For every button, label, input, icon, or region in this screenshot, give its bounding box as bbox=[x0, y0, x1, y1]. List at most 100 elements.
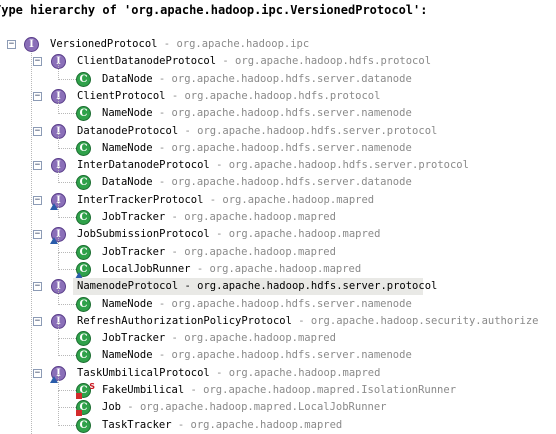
separator: - bbox=[157, 38, 177, 50]
class-icon: C bbox=[76, 244, 91, 260]
separator: - bbox=[152, 176, 172, 189]
tree-node-label: DataNode - org.apache.hadoop.hdfs.server… bbox=[102, 174, 412, 191]
type-name: RefreshAuthorizationPolicyProtocol bbox=[77, 314, 292, 327]
tree-node-class[interactable]: C JobTracker - org.apache.hadoop.mapred bbox=[0, 201, 556, 226]
class-icon: C bbox=[76, 210, 91, 225]
package-name: org.apache.hadoop.hdfs.server.namenode bbox=[171, 297, 412, 310]
class-private-static-icon: CS bbox=[76, 382, 95, 399]
tree-node-label: Job - org.apache.hadoop.mapred.LocalJobR… bbox=[102, 399, 386, 416]
separator: - bbox=[178, 280, 198, 293]
type-name: TaskTracker bbox=[102, 418, 172, 431]
type-name: NameNode bbox=[102, 349, 153, 362]
tree-node-interface[interactable]: IClientProtocol - org.apache.hadoop.hdfs… bbox=[0, 88, 556, 105]
tree-guide-line bbox=[58, 62, 59, 80]
separator: - bbox=[209, 366, 229, 379]
collapse-toggle-icon[interactable] bbox=[33, 282, 42, 292]
tree-node-class[interactable]: C DataNode - org.apache.hadoop.hdfs.serve… bbox=[0, 166, 556, 191]
tree-node-class[interactable]: C NameNode - org.apache.hadoop.hdfs.serve… bbox=[0, 287, 556, 313]
tree-connector-line bbox=[58, 390, 76, 391]
tree-node-class[interactable]: C NameNode - org.apache.hadoop.hdfs.serve… bbox=[0, 97, 556, 122]
type-name: Job bbox=[102, 401, 121, 414]
tree-node-label: JobTracker - org.apache.hadoop.mapred bbox=[102, 209, 336, 226]
tree-connector-line bbox=[58, 182, 76, 184]
collapse-toggle-icon[interactable] bbox=[33, 368, 42, 378]
separator: - bbox=[216, 55, 236, 68]
package-name: org.apache.hadoop.hdfs.server.protocol bbox=[197, 280, 438, 293]
separator: - bbox=[120, 401, 140, 414]
class-icon: C bbox=[76, 296, 91, 312]
package-name: org.apache.hadoop.mapred.IsolationRunner bbox=[203, 384, 457, 396]
tree-node-class[interactable]: C LocalJobRunner - org.apache.hadoop.mapr… bbox=[0, 252, 556, 279]
tree-connector-line bbox=[58, 355, 76, 357]
tree-node-label: InterDatanodeProtocol - org.apache.hadoo… bbox=[77, 157, 469, 174]
tree-node-interface[interactable]: IJobSubmissionProtocol - org.apache.hado… bbox=[0, 226, 556, 245]
collapse-toggle-icon[interactable] bbox=[33, 316, 42, 326]
tree-node-interface[interactable]: IInterDatanodeProtocol - org.apache.hado… bbox=[0, 157, 556, 174]
tree-node-interface[interactable]: IRefreshAuthorizationPolicyProtocol - or… bbox=[0, 313, 556, 330]
tree-node-label: NameNode - org.apache.hadoop.hdfs.server… bbox=[102, 296, 412, 313]
collapse-toggle-icon[interactable] bbox=[33, 126, 42, 136]
type-name: DataNode bbox=[102, 176, 153, 189]
collapse-toggle-icon[interactable] bbox=[33, 91, 42, 101]
tree-node-interface[interactable]: IClientDatanodeProtocol - org.apache.had… bbox=[0, 53, 556, 70]
package-name: org.apache.hadoop.mapred bbox=[190, 418, 343, 431]
class-private-icon: C bbox=[76, 400, 91, 417]
tree-node-root[interactable]: I VersionedProtocol - org.apache.hadoop.i… bbox=[0, 36, 556, 53]
separator: - bbox=[165, 211, 185, 223]
package-name: org.apache.hadoop.ipc bbox=[176, 38, 310, 50]
tree-node-interface[interactable]: IDatanodeProtocol - org.apache.hadoop.hd… bbox=[0, 123, 556, 140]
type-name: TaskUmbilicalProtocol bbox=[77, 366, 210, 379]
type-name: ClientDatanodeProtocol bbox=[77, 55, 217, 68]
type-name: FakeUmbilical bbox=[102, 384, 185, 396]
type-name: LocalJobRunner bbox=[102, 262, 191, 275]
tree-node-interface[interactable]: IInterTrackerProtocol - org.apache.hadoo… bbox=[0, 192, 556, 210]
class-icon: C bbox=[76, 348, 91, 364]
tree-connector-line bbox=[58, 147, 76, 149]
tree-node-interface[interactable]: INamenodeProtocol - org.apache.hadoop.hd… bbox=[0, 278, 556, 296]
package-name: org.apache.hadoop.mapred bbox=[184, 211, 336, 223]
tree-guide-line bbox=[58, 201, 59, 218]
type-name: JobSubmissionProtocol bbox=[77, 228, 210, 241]
tree-node-interface[interactable]: ITaskUmbilicalProtocol - org.apache.hado… bbox=[0, 365, 556, 383]
type-name: NameNode bbox=[102, 297, 153, 310]
collapse-toggle-icon[interactable] bbox=[33, 195, 42, 205]
tree-node-class[interactable]: C NameNode - org.apache.hadoop.hdfs.serve… bbox=[0, 339, 556, 364]
collapse-toggle-icon[interactable] bbox=[33, 161, 42, 171]
tree-node-class[interactable]: C NameNode - org.apache.hadoop.hdfs.serve… bbox=[0, 131, 556, 157]
class-icon: C bbox=[76, 71, 91, 87]
tree-node-class[interactable]: C TaskTracker - org.apache.hadoop.mapred bbox=[0, 408, 556, 434]
collapse-toggle-icon[interactable] bbox=[33, 57, 42, 67]
package-name: org.apache.hadoop.hdfs.protocol bbox=[235, 55, 432, 68]
tree-node-class[interactable]: C S FakeUmbilical - org.apache.hadoop.mapr… bbox=[0, 374, 556, 399]
type-name: NamenodeProtocol bbox=[77, 280, 179, 293]
tree-node-class[interactable]: C Job - org.apache.hadoop.mapred.LocalJob… bbox=[0, 391, 556, 417]
package-name: org.apache.hadoop.mapred bbox=[184, 332, 336, 345]
tree-node-label: JobTracker - org.apache.hadoop.mapred bbox=[102, 330, 336, 347]
tree-node-label: NameNode - org.apache.hadoop.hdfs.server… bbox=[102, 347, 412, 364]
separator: - bbox=[152, 107, 172, 120]
tree-connector-line bbox=[58, 217, 76, 218]
collapse-toggle-icon[interactable] bbox=[7, 40, 16, 49]
separator: - bbox=[209, 159, 229, 172]
separator: - bbox=[171, 418, 191, 431]
tree-node-class[interactable]: C JobTracker - org.apache.hadoop.mapred bbox=[0, 235, 556, 261]
tree-node-label: NameNode - org.apache.hadoop.hdfs.server… bbox=[102, 105, 412, 122]
package-name: org.apache.hadoop.hdfs.server.protocol bbox=[228, 159, 469, 172]
separator: - bbox=[291, 314, 311, 327]
tree-connector-line bbox=[58, 251, 76, 253]
package-name: org.apache.hadoop.mapred bbox=[228, 228, 381, 241]
package-name: org.apache.hadoop.hdfs.server.namenode bbox=[171, 107, 412, 120]
package-name: org.apache.hadoop.mapred bbox=[228, 366, 381, 379]
package-name: org.apache.hadoop.mapred bbox=[222, 193, 375, 206]
type-name: InterTrackerProtocol bbox=[77, 193, 204, 206]
tree-node-label: RefreshAuthorizationPolicyProtocol - org… bbox=[77, 313, 538, 330]
package-name: org.apache.hadoop.hdfs.server.namenode bbox=[171, 349, 412, 362]
tree-node-class[interactable]: C JobTracker - org.apache.hadoop.mapred bbox=[0, 322, 556, 347]
tree-node-class[interactable]: C DataNode - org.apache.hadoop.hdfs.serve… bbox=[0, 62, 556, 88]
tree-guide-line bbox=[58, 97, 59, 115]
package-name: org.apache.hadoop.mapred bbox=[184, 245, 336, 258]
class-icon: C bbox=[76, 175, 91, 191]
private-overlay-icon bbox=[76, 410, 82, 417]
separator: - bbox=[190, 262, 210, 275]
collapse-toggle-icon[interactable] bbox=[33, 230, 42, 240]
